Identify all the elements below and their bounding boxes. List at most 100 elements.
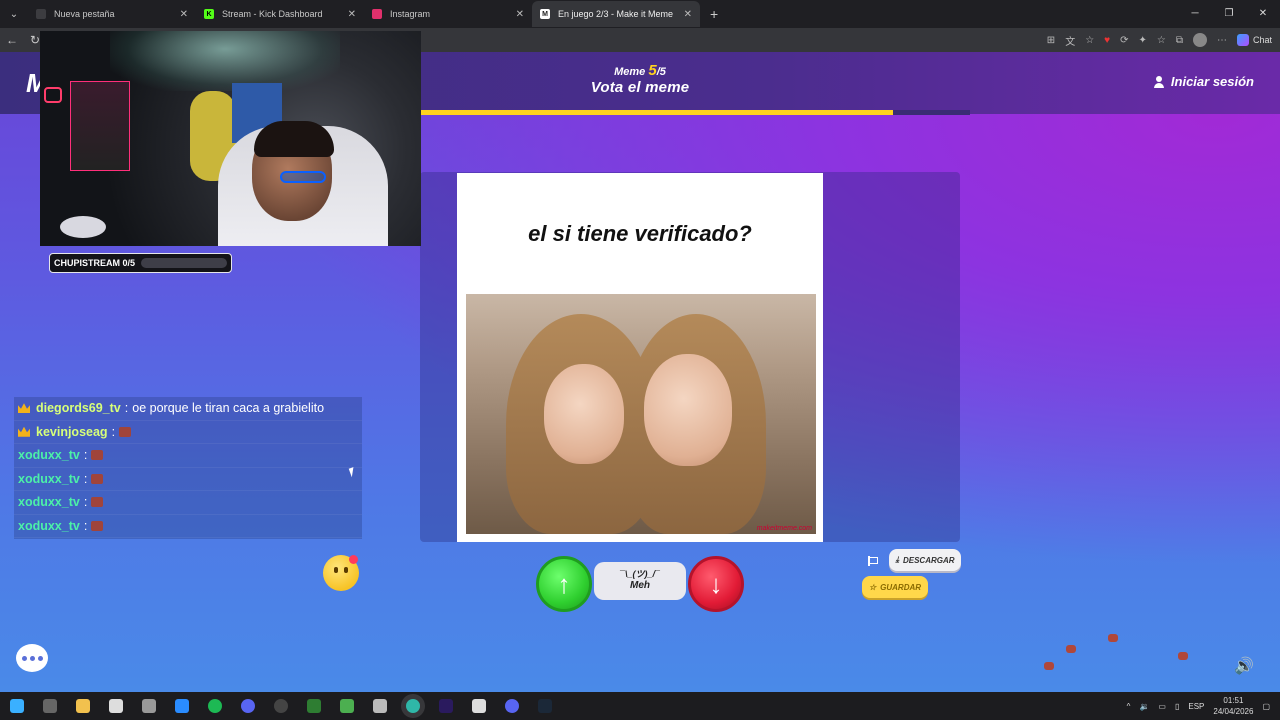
chat-label: Chat xyxy=(1252,35,1272,45)
chat-username[interactable]: diegords69_tv xyxy=(36,401,121,415)
meh-button[interactable]: ¯\_(ツ)_/¯ Meh xyxy=(594,562,686,600)
meme-face-right xyxy=(644,354,732,466)
taskbar-app-5[interactable] xyxy=(132,692,165,720)
chat-username[interactable]: xoduxx_tv xyxy=(18,519,80,533)
browser-tab-3[interactable]: Instagram ✕ xyxy=(364,1,532,27)
steam-icon xyxy=(537,699,552,713)
downvote-button[interactable]: ↓ xyxy=(688,556,744,612)
shrug-face: ¯\_(ツ)_/¯ xyxy=(620,569,660,579)
tab-label: Nueva pestaña xyxy=(54,9,115,19)
store-icon xyxy=(108,699,123,713)
chat-username[interactable]: kevinjoseag xyxy=(36,425,108,439)
taskbar-edge[interactable] xyxy=(396,692,429,720)
webcam-overlay xyxy=(40,31,421,246)
profile-avatar[interactable] xyxy=(1192,33,1207,47)
extensions-icon[interactable]: ✦ xyxy=(1138,35,1146,46)
vote-controls: ↑ ¯\_(ツ)_/¯ Meh ↓ xyxy=(536,556,744,612)
taskbar-app-9[interactable] xyxy=(264,692,297,720)
copilot-chat-button[interactable]: Chat xyxy=(1236,34,1272,46)
browser-tab-2[interactable]: K Stream - Kick Dashboard ✕ xyxy=(196,1,364,27)
apps-icon[interactable]: ⊞ xyxy=(1047,35,1055,46)
language-indicator[interactable]: ESP xyxy=(1188,702,1204,711)
network-icon[interactable]: ▭ xyxy=(1158,702,1166,711)
page-title: Vota el meme xyxy=(590,79,690,96)
reload-extension-icon[interactable]: ⟳ xyxy=(1120,35,1128,46)
tab-label: En juego 2/3 - Make it Meme xyxy=(558,9,674,19)
taskbar-explorer[interactable] xyxy=(66,692,99,720)
discord-icon xyxy=(240,699,255,713)
tab-list-button[interactable]: ⌄ xyxy=(0,0,28,28)
favorites-icon[interactable]: ☆ xyxy=(1157,35,1166,46)
taskbar-app-11[interactable] xyxy=(330,692,363,720)
meh-label: Meh xyxy=(630,580,650,591)
spotify-icon xyxy=(207,699,222,713)
taskbar-app-10[interactable] xyxy=(297,692,330,720)
webcam-lights xyxy=(110,31,340,91)
taskbar-app-12[interactable] xyxy=(363,692,396,720)
chat-message: xoduxx_tv: xyxy=(14,444,362,468)
webcam-mouse xyxy=(60,216,106,238)
streamer-hair xyxy=(254,121,334,157)
date: 24/04/2026 xyxy=(1213,707,1254,716)
taskbar-app-15[interactable] xyxy=(462,692,495,720)
taskbar-discord[interactable] xyxy=(231,692,264,720)
collections-icon[interactable]: ⧉ xyxy=(1176,35,1183,46)
upvote-button[interactable]: ↑ xyxy=(536,556,592,612)
chat-username[interactable]: xoduxx_tv xyxy=(18,495,80,509)
stream-goal-track xyxy=(141,258,227,268)
start-button[interactable] xyxy=(0,692,33,720)
notifications-icon[interactable]: ▢ xyxy=(1262,702,1270,711)
download-button[interactable]: ⤓ DESCARGAR xyxy=(889,549,961,571)
chat-username[interactable]: xoduxx_tv xyxy=(18,472,80,486)
more-menu-icon[interactable]: ⋯ xyxy=(1217,35,1227,46)
app-icon xyxy=(504,699,519,713)
close-icon[interactable]: ✕ xyxy=(180,9,188,20)
task-view-button[interactable] xyxy=(33,692,66,720)
back-arrow-icon[interactable]: ← xyxy=(0,33,24,47)
clock[interactable]: 01:51 24/04/2026 xyxy=(1213,695,1253,717)
close-icon[interactable]: ✕ xyxy=(348,9,356,20)
floating-emote xyxy=(1044,662,1054,670)
login-label: Iniciar sesión xyxy=(1170,74,1254,89)
new-tab-button[interactable]: + xyxy=(700,6,728,22)
browser-tab-4[interactable]: M En juego 2/3 - Make it Meme ✕ xyxy=(532,1,700,27)
sound-icon[interactable]: 🔊 xyxy=(1234,656,1254,676)
chat-emote-icon xyxy=(91,497,104,508)
app-icon xyxy=(141,699,156,713)
star-icon: ☆ xyxy=(868,582,877,592)
report-flag-icon[interactable] xyxy=(867,556,878,566)
chat-username[interactable]: xoduxx_tv xyxy=(18,448,80,462)
taskbar-app-6[interactable] xyxy=(165,692,198,720)
browser-tab-1[interactable]: Nueva pestaña ✕ xyxy=(28,1,196,27)
chevron-up-icon[interactable]: ^ xyxy=(1127,702,1131,711)
taskbar-store[interactable] xyxy=(99,692,132,720)
close-window-icon[interactable]: ✕ xyxy=(1246,0,1280,28)
close-icon[interactable]: ✕ xyxy=(684,9,692,20)
taskbar-spotify[interactable] xyxy=(198,692,231,720)
chat-emote-icon xyxy=(119,426,132,437)
chat-message: kevinjoseag: xyxy=(14,421,362,444)
close-icon[interactable]: ✕ xyxy=(516,9,524,20)
maximize-icon[interactable]: ❐ xyxy=(1212,0,1246,28)
chat-message: xoduxx_tv: xyxy=(14,468,362,491)
meme-image: makeitmeme.com xyxy=(466,294,816,534)
taskbar-app-16[interactable] xyxy=(495,692,528,720)
taskbar-steam[interactable] xyxy=(528,692,561,720)
arrow-down-icon: ↓ xyxy=(709,568,723,599)
taskbar-premiere[interactable] xyxy=(429,692,462,720)
app-icon xyxy=(306,699,321,713)
chat-dot-icon xyxy=(29,655,35,661)
login-button[interactable]: Iniciar sesión xyxy=(1153,74,1254,89)
favorite-star-icon[interactable]: ☆ xyxy=(1085,35,1094,46)
meme-card: el si tiene verificado? makeitmeme.com xyxy=(457,173,823,542)
save-button[interactable]: ☆ GUARDAR xyxy=(862,576,928,598)
download-icon: ⤓ xyxy=(895,555,899,564)
translate-icon[interactable]: 文 xyxy=(1065,33,1075,48)
extension-icon[interactable]: ♥ xyxy=(1104,35,1110,46)
chat-toggle-button[interactable] xyxy=(16,644,48,672)
volume-icon[interactable]: 🔉 xyxy=(1139,702,1149,711)
battery-icon[interactable]: ▯ xyxy=(1175,702,1179,711)
window-controls: ─ ❐ ✕ xyxy=(1178,0,1280,28)
minimize-icon[interactable]: ─ xyxy=(1178,0,1212,28)
round-progress-fill xyxy=(420,110,893,115)
